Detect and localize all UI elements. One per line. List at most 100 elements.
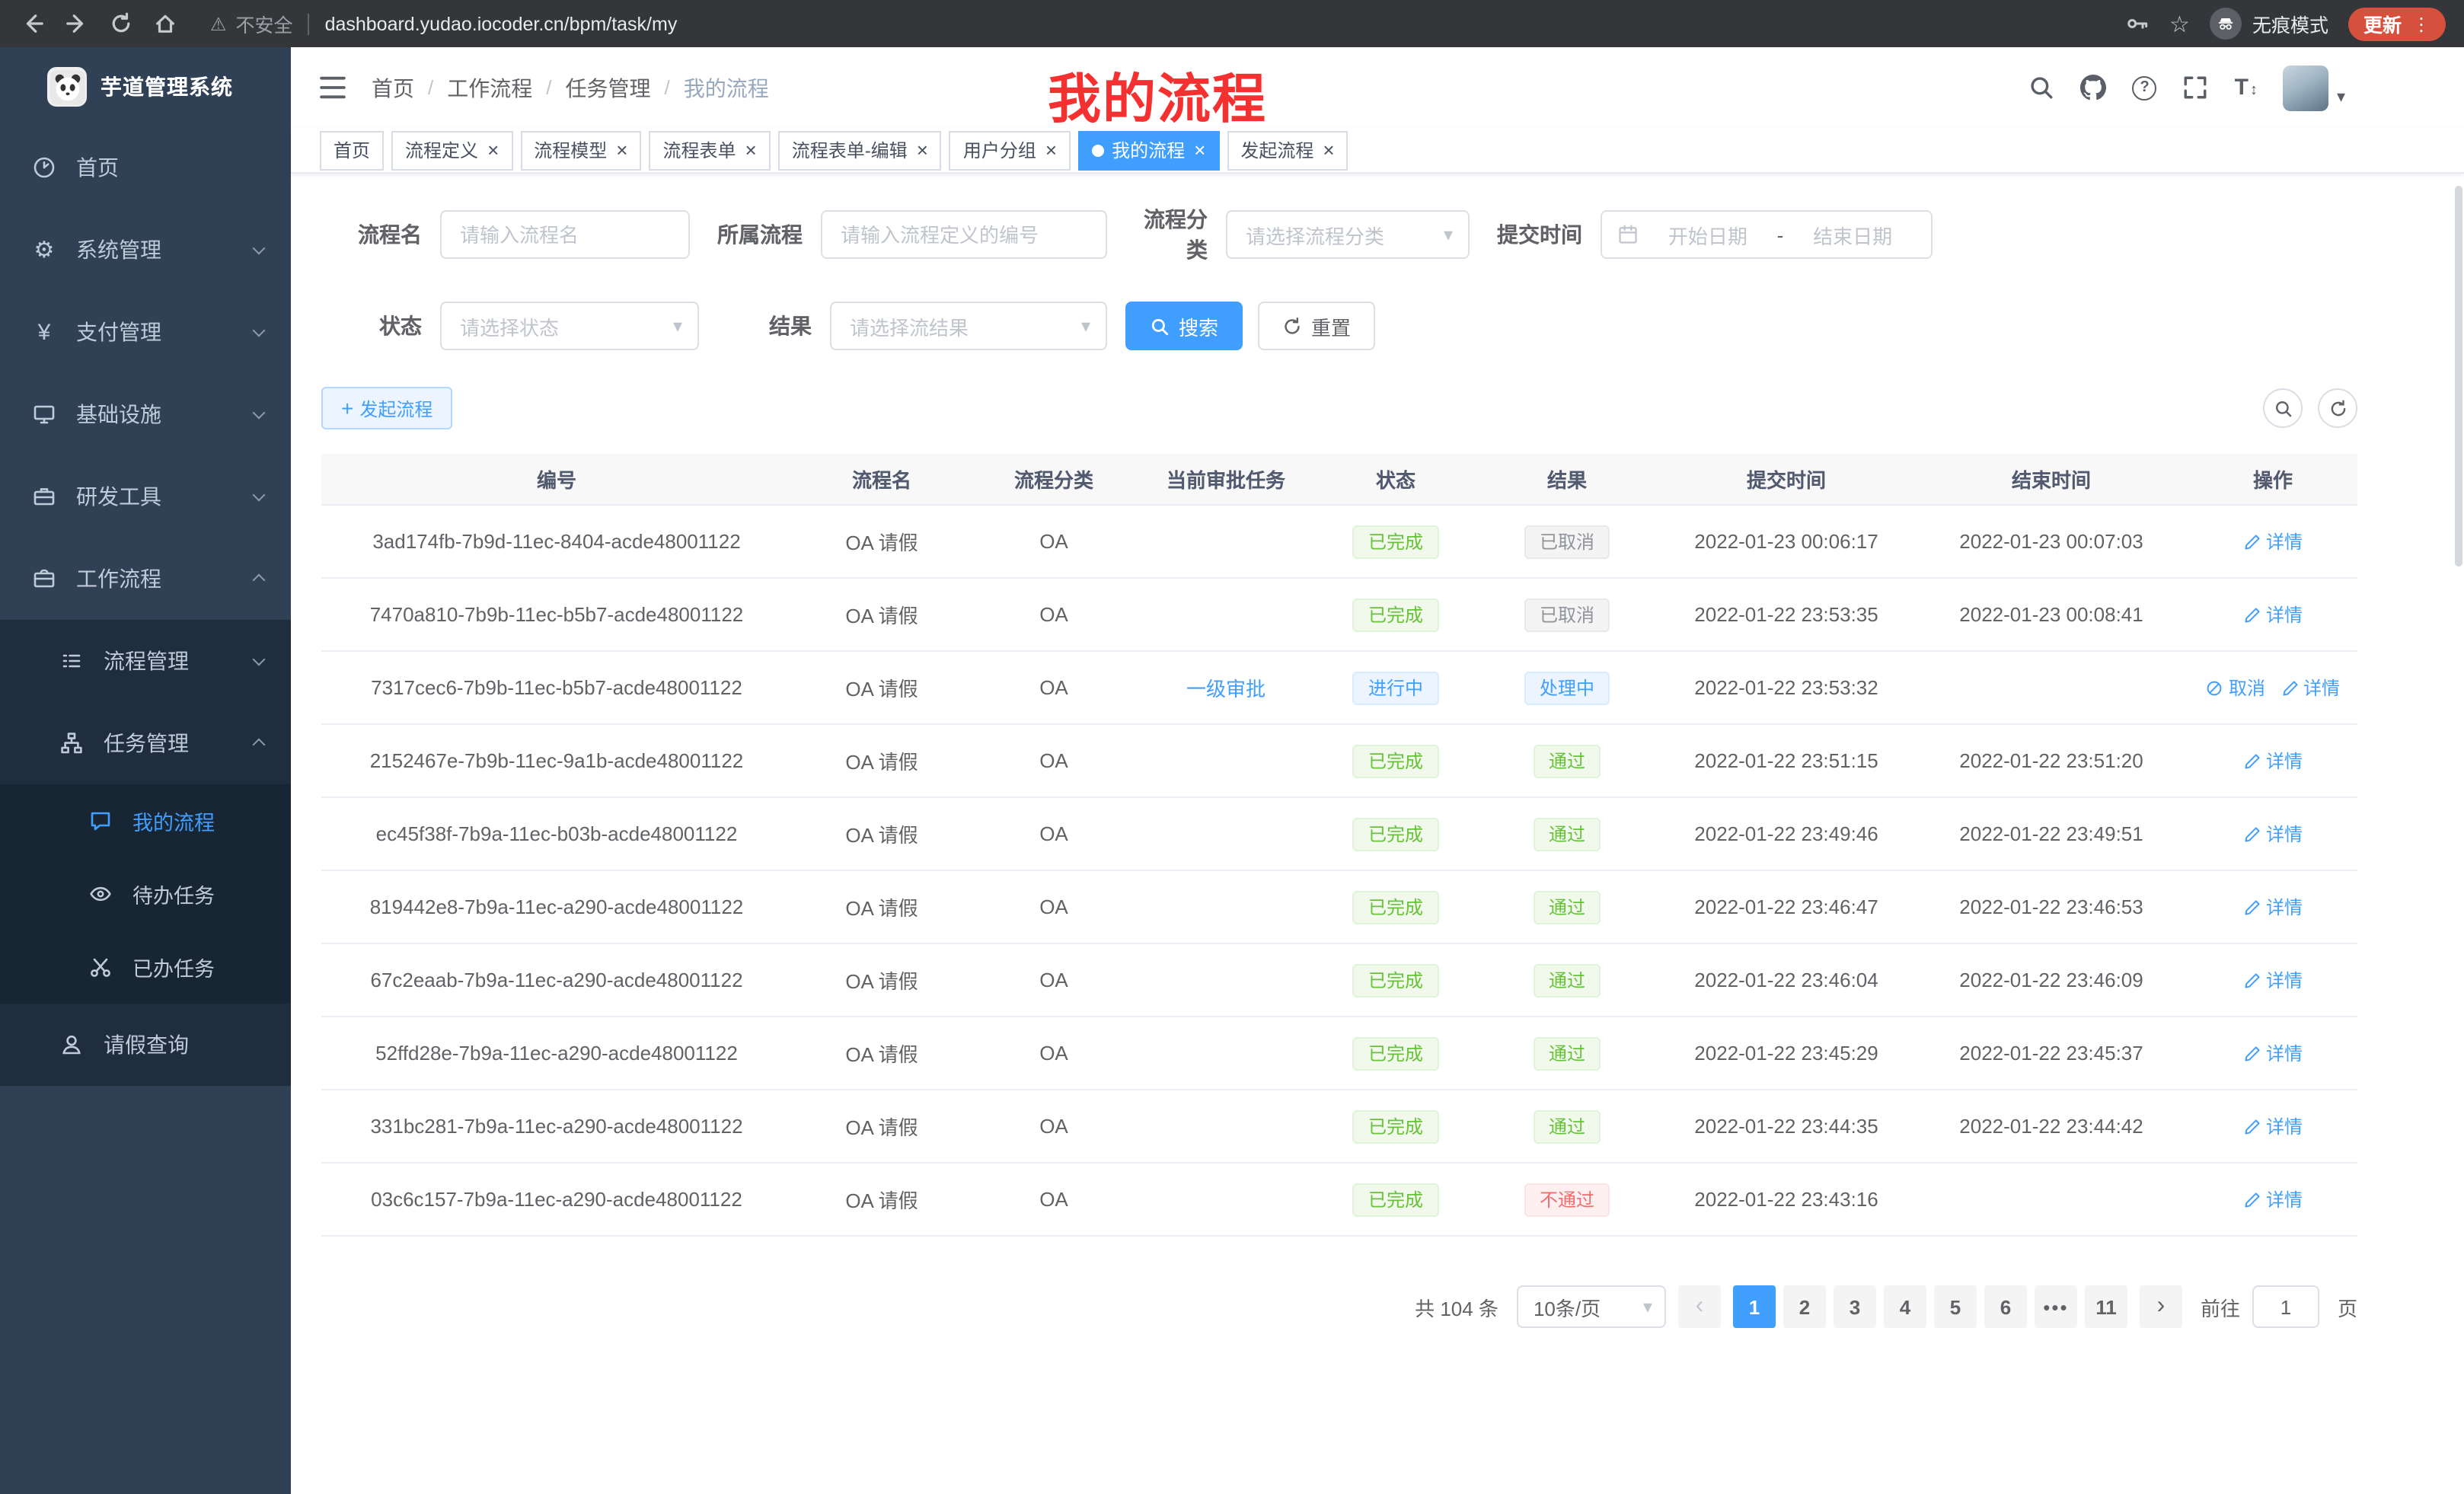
- app-logo[interactable]: 芋道管理系统: [0, 47, 291, 126]
- password-key-icon[interactable]: [2124, 11, 2150, 37]
- sidebar-item-system[interactable]: ⚙ 系统管理: [0, 209, 291, 291]
- row-cancel-link[interactable]: 取消: [2206, 675, 2265, 701]
- user-menu[interactable]: ▾: [2284, 65, 2345, 110]
- table-row[interactable]: 03c6c157-7b9a-11ec-a290-acde48001122 OA …: [321, 1164, 2357, 1237]
- breadcrumb-item[interactable]: 任务管理: [566, 72, 651, 103]
- tab[interactable]: 首页: [320, 130, 384, 170]
- page-button[interactable]: 5: [1934, 1285, 1977, 1328]
- tab-close-icon[interactable]: ×: [917, 140, 928, 160]
- url-text[interactable]: dashboard.yudao.iocoder.cn/bpm/task/my: [325, 13, 678, 34]
- table-row[interactable]: 2152467e-7b9b-11ec-9a1b-acde48001122 OA …: [321, 725, 2357, 798]
- tab-close-icon[interactable]: ×: [487, 140, 499, 160]
- row-detail-link[interactable]: 详情: [2243, 821, 2303, 847]
- tab[interactable]: 流程表单 ×: [649, 130, 770, 170]
- table-row[interactable]: ec45f38f-7b9a-11ec-b03b-acde48001122 OA …: [321, 798, 2357, 871]
- sidebar-item-leave-query[interactable]: 请假查询: [0, 1004, 291, 1086]
- page-button[interactable]: 4: [1884, 1285, 1926, 1328]
- process-name-input[interactable]: [440, 210, 690, 259]
- tab[interactable]: 我的流程 ×: [1078, 130, 1219, 170]
- row-id: 03c6c157-7b9a-11ec-a290-acde48001122: [321, 1188, 792, 1211]
- next-page-button[interactable]: ›: [2140, 1285, 2182, 1328]
- table-row[interactable]: 3ad174fb-7b9d-11ec-8404-acde48001122 OA …: [321, 506, 2357, 579]
- breadcrumb-item[interactable]: 工作流程: [447, 72, 532, 103]
- page-button[interactable]: 6: [1984, 1285, 2027, 1328]
- address-bar[interactable]: ⚠ 不安全 dashboard.yudao.iocoder.cn/bpm/tas…: [210, 9, 677, 38]
- goto-page-input[interactable]: [2252, 1285, 2319, 1328]
- chrome-update-button[interactable]: 更新 ⋮: [2348, 7, 2446, 40]
- page-button[interactable]: 2: [1783, 1285, 1826, 1328]
- row-detail-link[interactable]: 详情: [2243, 967, 2303, 993]
- fullscreen-icon[interactable]: [2183, 75, 2209, 101]
- result-select[interactable]: 请选择流结果 ▾: [830, 302, 1107, 350]
- font-size-icon[interactable]: T↕: [2235, 75, 2258, 101]
- sidebar-item-payment[interactable]: ¥ 支付管理: [0, 291, 291, 373]
- help-icon[interactable]: ?: [2133, 75, 2157, 100]
- table-row[interactable]: 7470a810-7b9b-11ec-b5b7-acde48001122 OA …: [321, 579, 2357, 652]
- sidebar-item-my-process[interactable]: 我的流程: [0, 784, 291, 857]
- security-label[interactable]: 不安全: [236, 9, 293, 38]
- sidebar-item-done-tasks[interactable]: 已办任务: [0, 931, 291, 1004]
- row-detail-link[interactable]: 详情: [2243, 602, 2303, 627]
- back-button[interactable]: [15, 6, 50, 41]
- page-button[interactable]: 1: [1733, 1285, 1776, 1328]
- tab-close-icon[interactable]: ×: [745, 140, 757, 160]
- home-button[interactable]: [148, 6, 183, 41]
- github-icon[interactable]: [2081, 75, 2107, 101]
- row-detail-link[interactable]: 详情: [2243, 1113, 2303, 1139]
- avatar[interactable]: [2284, 65, 2329, 110]
- tab[interactable]: 用户分组 ×: [950, 130, 1071, 170]
- table-row[interactable]: 67c2eaab-7b9a-11ec-a290-acde48001122 OA …: [321, 944, 2357, 1017]
- table-row[interactable]: 52ffd28e-7b9a-11ec-a290-acde48001122 OA …: [321, 1017, 2357, 1090]
- tab[interactable]: 流程定义 ×: [391, 130, 512, 170]
- tab[interactable]: 发起流程 ×: [1227, 130, 1348, 170]
- page-button[interactable]: 11: [2085, 1285, 2127, 1328]
- tab-close-icon[interactable]: ×: [1323, 140, 1334, 160]
- reset-button[interactable]: 重置: [1258, 302, 1375, 350]
- sidebar-item-task-mgmt[interactable]: 任务管理: [0, 702, 291, 784]
- tab[interactable]: 流程表单-编辑 ×: [778, 130, 942, 170]
- start-date-placeholder[interactable]: 开始日期: [1645, 220, 1771, 249]
- prev-page-button[interactable]: ‹: [1678, 1285, 1721, 1328]
- sidebar-item-workflow[interactable]: 工作流程: [0, 538, 291, 620]
- tab-close-icon[interactable]: ×: [1045, 140, 1057, 160]
- chrome-menu-icon[interactable]: ⋮: [2412, 13, 2430, 34]
- tab-close-icon[interactable]: ×: [1194, 140, 1205, 160]
- reload-button[interactable]: [104, 6, 139, 41]
- bookmark-star-icon[interactable]: ☆: [2169, 10, 2190, 37]
- sidebar-item-infrastructure[interactable]: 基础设施: [0, 373, 291, 455]
- end-date-placeholder[interactable]: 结束日期: [1789, 220, 1916, 249]
- page-button[interactable]: 3: [1834, 1285, 1876, 1328]
- page-size-select[interactable]: 10条/页 ▾: [1517, 1285, 1666, 1328]
- forward-button[interactable]: [59, 6, 94, 41]
- tab-close-icon[interactable]: ×: [616, 140, 627, 160]
- toggle-search-button[interactable]: [2263, 388, 2303, 428]
- search-button[interactable]: 搜索: [1125, 302, 1243, 350]
- row-detail-link[interactable]: 详情: [2243, 528, 2303, 554]
- category-select[interactable]: 请选择流程分类 ▾: [1226, 210, 1470, 259]
- table-row[interactable]: 819442e8-7b9a-11ec-a290-acde48001122 OA …: [321, 871, 2357, 944]
- breadcrumb-item[interactable]: 首页: [372, 72, 414, 103]
- search-icon[interactable]: [2029, 75, 2055, 101]
- row-detail-link[interactable]: 详情: [2243, 748, 2303, 774]
- table-row[interactable]: 7317cec6-7b9b-11ec-b5b7-acde48001122 OA …: [321, 652, 2357, 725]
- process-definition-input[interactable]: [821, 210, 1107, 259]
- row-detail-link[interactable]: 详情: [2243, 894, 2303, 920]
- create-process-button[interactable]: + 发起流程: [321, 387, 452, 429]
- scrollbar[interactable]: [2455, 186, 2462, 567]
- row-task-link[interactable]: 一级审批: [1186, 678, 1266, 701]
- row-detail-link[interactable]: 详情: [2243, 1040, 2303, 1066]
- submit-time-range-picker[interactable]: 开始日期 - 结束日期: [1601, 210, 1933, 259]
- status-select[interactable]: 请选择状态 ▾: [440, 302, 699, 350]
- sidebar-item-todo-tasks[interactable]: 待办任务: [0, 857, 291, 931]
- sidebar-item-process-mgmt[interactable]: 流程管理: [0, 620, 291, 702]
- hamburger-icon[interactable]: [315, 71, 349, 104]
- row-detail-link[interactable]: 详情: [2243, 1186, 2303, 1212]
- refresh-table-button[interactable]: [2318, 388, 2357, 428]
- row-detail-link[interactable]: 详情: [2280, 675, 2340, 701]
- sidebar-item-home[interactable]: 首页: [0, 126, 291, 209]
- table-row[interactable]: 331bc281-7b9a-11ec-a290-acde48001122 OA …: [321, 1090, 2357, 1164]
- tab[interactable]: 流程模型 ×: [520, 130, 641, 170]
- browser-nav: ⚠ 不安全 dashboard.yudao.iocoder.cn/bpm/tas…: [15, 6, 2124, 41]
- sidebar-item-devtools[interactable]: 研发工具: [0, 455, 291, 538]
- page-button[interactable]: •••: [2035, 1285, 2077, 1328]
